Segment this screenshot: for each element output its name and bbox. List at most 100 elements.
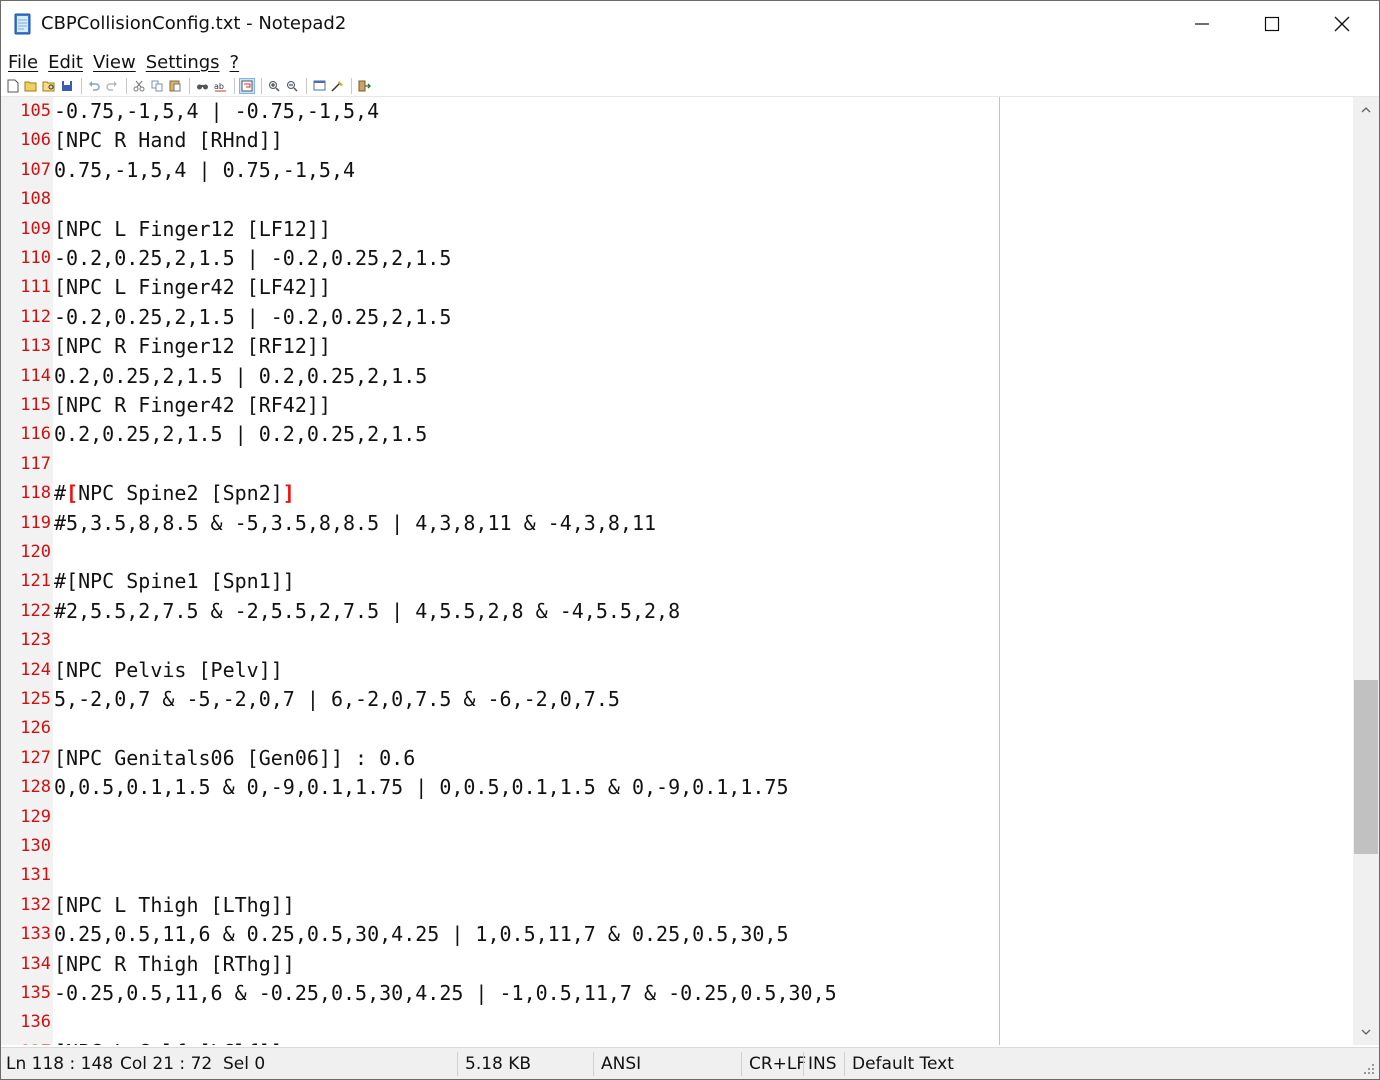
line-text: #2,5.5,2,7.5 & -2,5.5,2,7.5 | 4,5.5,2,8 … [54,598,681,623]
toolbar-separator [81,77,82,94]
editor-line[interactable]: 118 #[NPC Spine2 [Spn2]] [1,479,1353,508]
editor-line[interactable]: 129 [1,803,1353,832]
status-divider [593,1052,594,1076]
status-insert-mode[interactable]: INS [808,1048,837,1080]
paste-icon[interactable] [167,78,183,94]
minimize-button[interactable] [1167,1,1237,47]
find-icon[interactable] [194,78,210,94]
status-file-size: 5.18 KB [465,1054,532,1074]
editor-line[interactable]: 125 5,-2,0,7 & -5,-2,0,7 | 6,-2,0,7.5 & -… [1,685,1353,714]
line-text: #[NPC Spine2 [Spn2]] [54,479,295,508]
line-number: 108 [20,189,51,210]
open-icon[interactable] [23,78,39,94]
editor-line[interactable]: 114 0.2,0.25,2,1.5 | 0.2,0.25,2,1.5 [1,362,1353,391]
line-text: [NPC R Finger42 [RF42]] [54,393,331,417]
chevron-down-icon [1361,1029,1371,1035]
scroll-thumb[interactable] [1354,680,1378,855]
customize-icon[interactable] [329,78,345,94]
editor-line[interactable]: 111 [NPC L Finger42 [LF42]] [1,273,1353,302]
editor-line[interactable]: 136 [1,1008,1353,1037]
cut-icon[interactable] [131,78,147,94]
svg-text:ab: ab [214,82,224,91]
editor-line[interactable]: 127 [NPC Genitals06 [Gen06]] : 0.6 [1,744,1353,773]
editor-line[interactable]: 116 0.2,0.25,2,1.5 | 0.2,0.25,2,1.5 [1,420,1353,449]
word-wrap-icon[interactable] [239,77,255,94]
editor-line[interactable]: 115 [NPC R Finger42 [RF42]] [1,391,1353,420]
editor-line[interactable]: 112 -0.2,0.25,2,1.5 | -0.2,0.25,2,1.5 [1,303,1353,332]
editor-line[interactable]: 113 [NPC R Finger12 [RF12]] [1,332,1353,361]
line-text: 0,0.5,0.1,1.5 & 0,-9,0.1,1.75 | 0,0.5,0.… [54,775,789,800]
editor-line[interactable]: 108 [1,185,1353,214]
editor-line[interactable]: 107 0.75,-1,5,4 | 0.75,-1,5,4 [1,156,1353,185]
close-button[interactable] [1307,1,1377,47]
menu-bar: File Edit View Settings ? [1,49,1379,75]
menu-file[interactable]: File [8,52,38,73]
save-icon[interactable] [59,78,75,94]
undo-icon[interactable] [86,78,102,94]
editor-line[interactable]: 109 [NPC L Finger12 [LF12]] [1,215,1353,244]
maximize-button[interactable] [1237,1,1307,47]
vertical-scrollbar[interactable] [1353,97,1379,1045]
line-number: 126 [20,718,51,739]
toolbar-separator [126,77,127,94]
line-number: 137 [1,1038,51,1045]
editor-line[interactable]: 120 [1,538,1353,567]
line-number: 110 [20,248,51,268]
line-number: 130 [20,836,51,856]
editor-line[interactable]: 106 [NPC R Hand [RHnd]] [1,126,1353,155]
line-text: -0.2,0.25,2,1.5 | -0.2,0.25,2,1.5 [54,246,452,270]
status-scheme[interactable]: Default Text [852,1048,954,1080]
editor-line[interactable]: 122 #2,5.5,2,7.5 & -2,5.5,2,7.5 | 4,5.5,2… [1,597,1353,626]
title-bar[interactable]: CBPCollisionConfig.txt - Notepad2 [1,1,1379,47]
line-text: 0.25,0.5,11,6 & 0.25,0.5,30,4.25 | 1,0.5… [54,922,789,947]
editor-line[interactable]: 110 -0.2,0.25,2,1.5 | -0.2,0.25,2,1.5 [1,244,1353,273]
editor-line[interactable]: 124 [NPC Pelvis [Pelv]] [1,656,1353,685]
menu-help[interactable]: ? [230,52,240,73]
status-divider [741,1052,742,1076]
line-number: 113 [20,336,51,357]
line-text: -0.25,0.5,11,6 & -0.25,0.5,30,4.25 | -1,… [54,981,837,1005]
editor-line[interactable]: 131 [1,861,1353,890]
copy-icon[interactable] [149,78,165,94]
replace-icon[interactable]: ab [212,78,228,94]
status-line-ending[interactable]: CR+LF [749,1048,806,1080]
status-divider [457,1052,458,1076]
editor-line[interactable]: 119 #5,3.5,8,8.5 & -5,3.5,8,8.5 | 4,3,8,1… [1,509,1353,538]
menu-settings[interactable]: Settings [146,52,220,73]
editor-line[interactable]: 135 -0.25,0.5,11,6 & -0.25,0.5,30,4.25 | … [1,979,1353,1008]
editor-line[interactable]: 128 0,0.5,0.1,1.5 & 0,-9,0.1,1.75 | 0,0.5… [1,773,1353,802]
matched-brace-close: ] [282,481,295,506]
line-number: 106 [20,130,51,151]
status-divider [844,1052,845,1076]
line-text: #5,3.5,8,8.5 & -5,3.5,8,8.5 | 4,3,8,11 &… [54,510,657,535]
line-text: [NPC R Finger12 [RF12]] [54,334,331,359]
zoom-out-icon[interactable] [284,78,300,94]
scroll-down-button[interactable] [1353,1021,1379,1043]
line-number: 114 [20,365,51,386]
editor-line[interactable]: 130 [1,832,1353,861]
status-encoding[interactable]: ANSI [601,1048,641,1080]
scroll-up-button[interactable] [1353,99,1379,121]
menu-edit[interactable]: Edit [48,52,83,73]
editor-line[interactable]: 133 0.25,0.5,11,6 & 0.25,0.5,30,4.25 | 1,… [1,920,1353,949]
text-editor[interactable]: 105 -0.75,-1,5,4 | -0.75,-1,5,4 106 [NPC R … [1,97,1353,1045]
new-icon[interactable] [5,78,21,94]
scheme-icon[interactable] [311,78,327,94]
resize-grip-icon[interactable] [1363,1063,1375,1075]
editor-line[interactable]: 137[NPC L Calf [LClf]] [1,1038,1353,1045]
line-number: 124 [20,659,51,680]
editor-line[interactable]: 134 [NPC R Thigh [RThg]] [1,950,1353,979]
matched-brace-open: [ [66,481,79,506]
zoom-in-icon[interactable] [266,78,282,94]
line-text: -0.75,-1,5,4 | -0.75,-1,5,4 [54,99,380,123]
browse-icon[interactable] [41,78,57,94]
editor-line[interactable]: 132 [NPC L Thigh [LThg]] [1,891,1353,920]
editor-line[interactable]: 117 [1,450,1353,479]
editor-line[interactable]: 123 [1,626,1353,655]
editor-line[interactable]: 105 -0.75,-1,5,4 | -0.75,-1,5,4 [1,97,1353,126]
menu-view[interactable]: View [93,52,136,73]
editor-line[interactable]: 121 #[NPC Spine1 [Spn1]] [1,567,1353,596]
redo-icon[interactable] [104,78,120,94]
editor-line[interactable]: 126 [1,714,1353,743]
exit-icon[interactable] [356,78,372,94]
